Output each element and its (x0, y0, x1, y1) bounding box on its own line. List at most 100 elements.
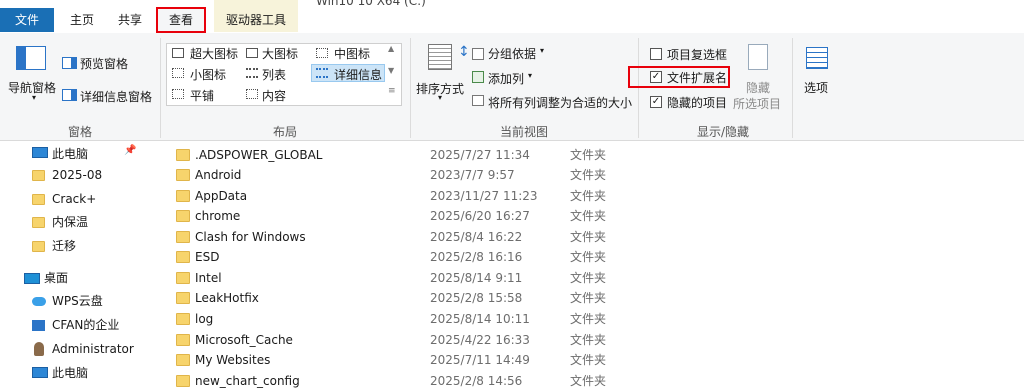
layout-extra-large-icons[interactable]: 超大图标 (190, 45, 238, 62)
list-icon (246, 68, 258, 78)
hidden-items-checkbox[interactable]: ✓ (650, 96, 662, 108)
details-pane-button[interactable]: 详细信息窗格 (80, 88, 152, 105)
folder-icon (176, 375, 190, 387)
group-label-layout: 布局 (272, 125, 297, 139)
file-date: 2025/2/8 15:58 (430, 291, 523, 305)
file-name: Intel (195, 271, 222, 285)
layout-list[interactable]: 列表 (262, 66, 286, 83)
file-type: 文件夹 (570, 271, 607, 285)
folder-icon (32, 241, 45, 252)
file-type: 文件夹 (570, 374, 607, 388)
file-row[interactable]: .ADSPOWER_GLOBAL 2025/7/27 11:34 文件夹 (150, 145, 1024, 165)
file-date: 2025/4/22 16:33 (430, 333, 530, 347)
scroll-up-icon[interactable]: ▲ (388, 44, 394, 53)
file-name: AppData (195, 189, 248, 203)
file-date: 2023/7/7 9:57 (430, 168, 515, 182)
layout-details[interactable]: 详细信息 (334, 66, 382, 83)
file-row[interactable]: ESD 2025/2/8 16:16 文件夹 (150, 247, 1024, 267)
folder-icon (176, 292, 190, 304)
hide-selected-button[interactable]: 隐藏 (746, 79, 770, 96)
nav-item-administrator[interactable]: Administrator (52, 339, 134, 359)
file-name: Clash for Windows (195, 230, 306, 244)
tab-drive-tools[interactable]: 驱动器工具 (214, 8, 298, 32)
preview-pane-icon (62, 57, 77, 69)
file-name: log (195, 312, 214, 326)
group-label-current-view: 当前视图 (499, 125, 548, 139)
details-pane-icon (62, 89, 77, 101)
file-row[interactable]: Clash for Windows 2025/8/4 16:22 文件夹 (150, 227, 1024, 247)
item-checkboxes-checkbox[interactable] (650, 48, 662, 60)
layout-large-icons[interactable]: 大图标 (262, 45, 298, 62)
file-name: My Websites (195, 353, 271, 367)
file-name: ESD (195, 250, 220, 264)
chevron-down-icon: ▾ (540, 46, 545, 55)
nav-item-desktop[interactable]: 桌面 (44, 268, 68, 288)
nav-item-2025-08[interactable]: 2025-08 (52, 165, 102, 185)
group-by-button[interactable]: 分组依据 (488, 45, 536, 62)
group-by-icon (472, 48, 484, 60)
folder-icon (176, 190, 190, 202)
file-date: 2025/2/8 16:16 (430, 250, 523, 264)
nav-item-wps-cloud[interactable]: WPS云盘 (52, 291, 103, 311)
this-pc-icon (32, 367, 48, 378)
file-type: 文件夹 (570, 250, 607, 264)
file-date: 2023/11/27 11:23 (430, 189, 538, 203)
add-columns-icon (472, 71, 484, 83)
pin-icon[interactable]: 📌 (124, 145, 136, 156)
file-row[interactable]: Intel 2025/8/14 9:11 文件夹 (150, 268, 1024, 288)
add-columns-button[interactable]: 添加列 (488, 70, 524, 87)
this-pc-icon (32, 147, 48, 158)
tab-file[interactable]: 文件 (0, 8, 54, 32)
nav-item-cfan-enterprise[interactable]: CFAN的企业 (52, 315, 119, 335)
file-row[interactable]: chrome 2025/6/20 16:27 文件夹 (150, 206, 1024, 226)
extra-large-icons-icon (172, 48, 184, 58)
group-label-pane: 窗格 (67, 125, 92, 139)
large-icons-icon (246, 48, 258, 58)
folder-icon (32, 170, 45, 181)
file-name: Microsoft_Cache (195, 333, 293, 347)
file-row[interactable]: LeakHotfix 2025/2/8 15:58 文件夹 (150, 288, 1024, 308)
file-date: 2025/8/14 10:11 (430, 312, 530, 326)
preview-pane-button[interactable]: 预览窗格 (80, 55, 128, 72)
tab-view[interactable]: 查看 (156, 7, 206, 33)
file-date: 2025/7/11 14:49 (430, 353, 530, 367)
fit-columns-button[interactable]: 将所有列调整为合适的大小 (488, 94, 632, 111)
layout-small-icons[interactable]: 小图标 (190, 66, 226, 83)
nav-item-this-pc-2[interactable]: 此电脑 (52, 363, 88, 383)
tiles-icon (172, 89, 184, 99)
layout-content[interactable]: 内容 (262, 87, 286, 104)
file-row[interactable]: Microsoft_Cache 2025/4/22 16:33 文件夹 (150, 330, 1024, 350)
file-type: 文件夹 (570, 291, 607, 305)
item-checkboxes-label: 项目复选框 (667, 48, 728, 62)
options-button[interactable]: 选项 (804, 79, 828, 96)
layout-tiles[interactable]: 平铺 (190, 87, 214, 104)
tab-home[interactable]: 主页 (62, 8, 102, 32)
nav-item-insulation[interactable]: 内保温 (52, 212, 88, 232)
nav-item-migrate[interactable]: 迁移 (52, 236, 76, 256)
user-icon (34, 342, 44, 356)
folder-icon (176, 231, 190, 243)
file-type: 文件夹 (570, 189, 607, 203)
folder-icon (176, 334, 190, 346)
layout-medium-icons[interactable]: 中图标 (334, 45, 370, 62)
nav-item-this-pc[interactable]: 此电脑 (52, 144, 88, 164)
file-row[interactable]: log 2025/8/14 10:11 文件夹 (150, 309, 1024, 329)
chevron-down-icon: ▾ (32, 93, 37, 102)
file-type: 文件夹 (570, 209, 607, 223)
file-row[interactable]: Android 2023/7/7 9:57 文件夹 (150, 165, 1024, 185)
file-row[interactable]: new_chart_config 2025/2/8 14:56 文件夹 (150, 371, 1024, 391)
folder-icon (176, 354, 190, 366)
scroll-down-icon[interactable]: ▼ (388, 66, 394, 75)
folder-icon (176, 272, 190, 284)
title-bar (0, 0, 1024, 8)
tab-share[interactable]: 共享 (110, 8, 150, 32)
file-name: new_chart_config (195, 374, 300, 388)
gallery-expand-icon[interactable]: ≡ (388, 86, 396, 96)
group-divider (160, 38, 161, 138)
nav-item-crack[interactable]: Crack+ (52, 189, 96, 209)
file-row[interactable]: My Websites 2025/7/11 14:49 文件夹 (150, 350, 1024, 370)
file-row[interactable]: AppData 2023/11/27 11:23 文件夹 (150, 186, 1024, 206)
file-extensions-checkbox[interactable]: ✓ (650, 71, 662, 83)
file-type: 文件夹 (570, 168, 607, 182)
file-type: 文件夹 (570, 312, 607, 326)
